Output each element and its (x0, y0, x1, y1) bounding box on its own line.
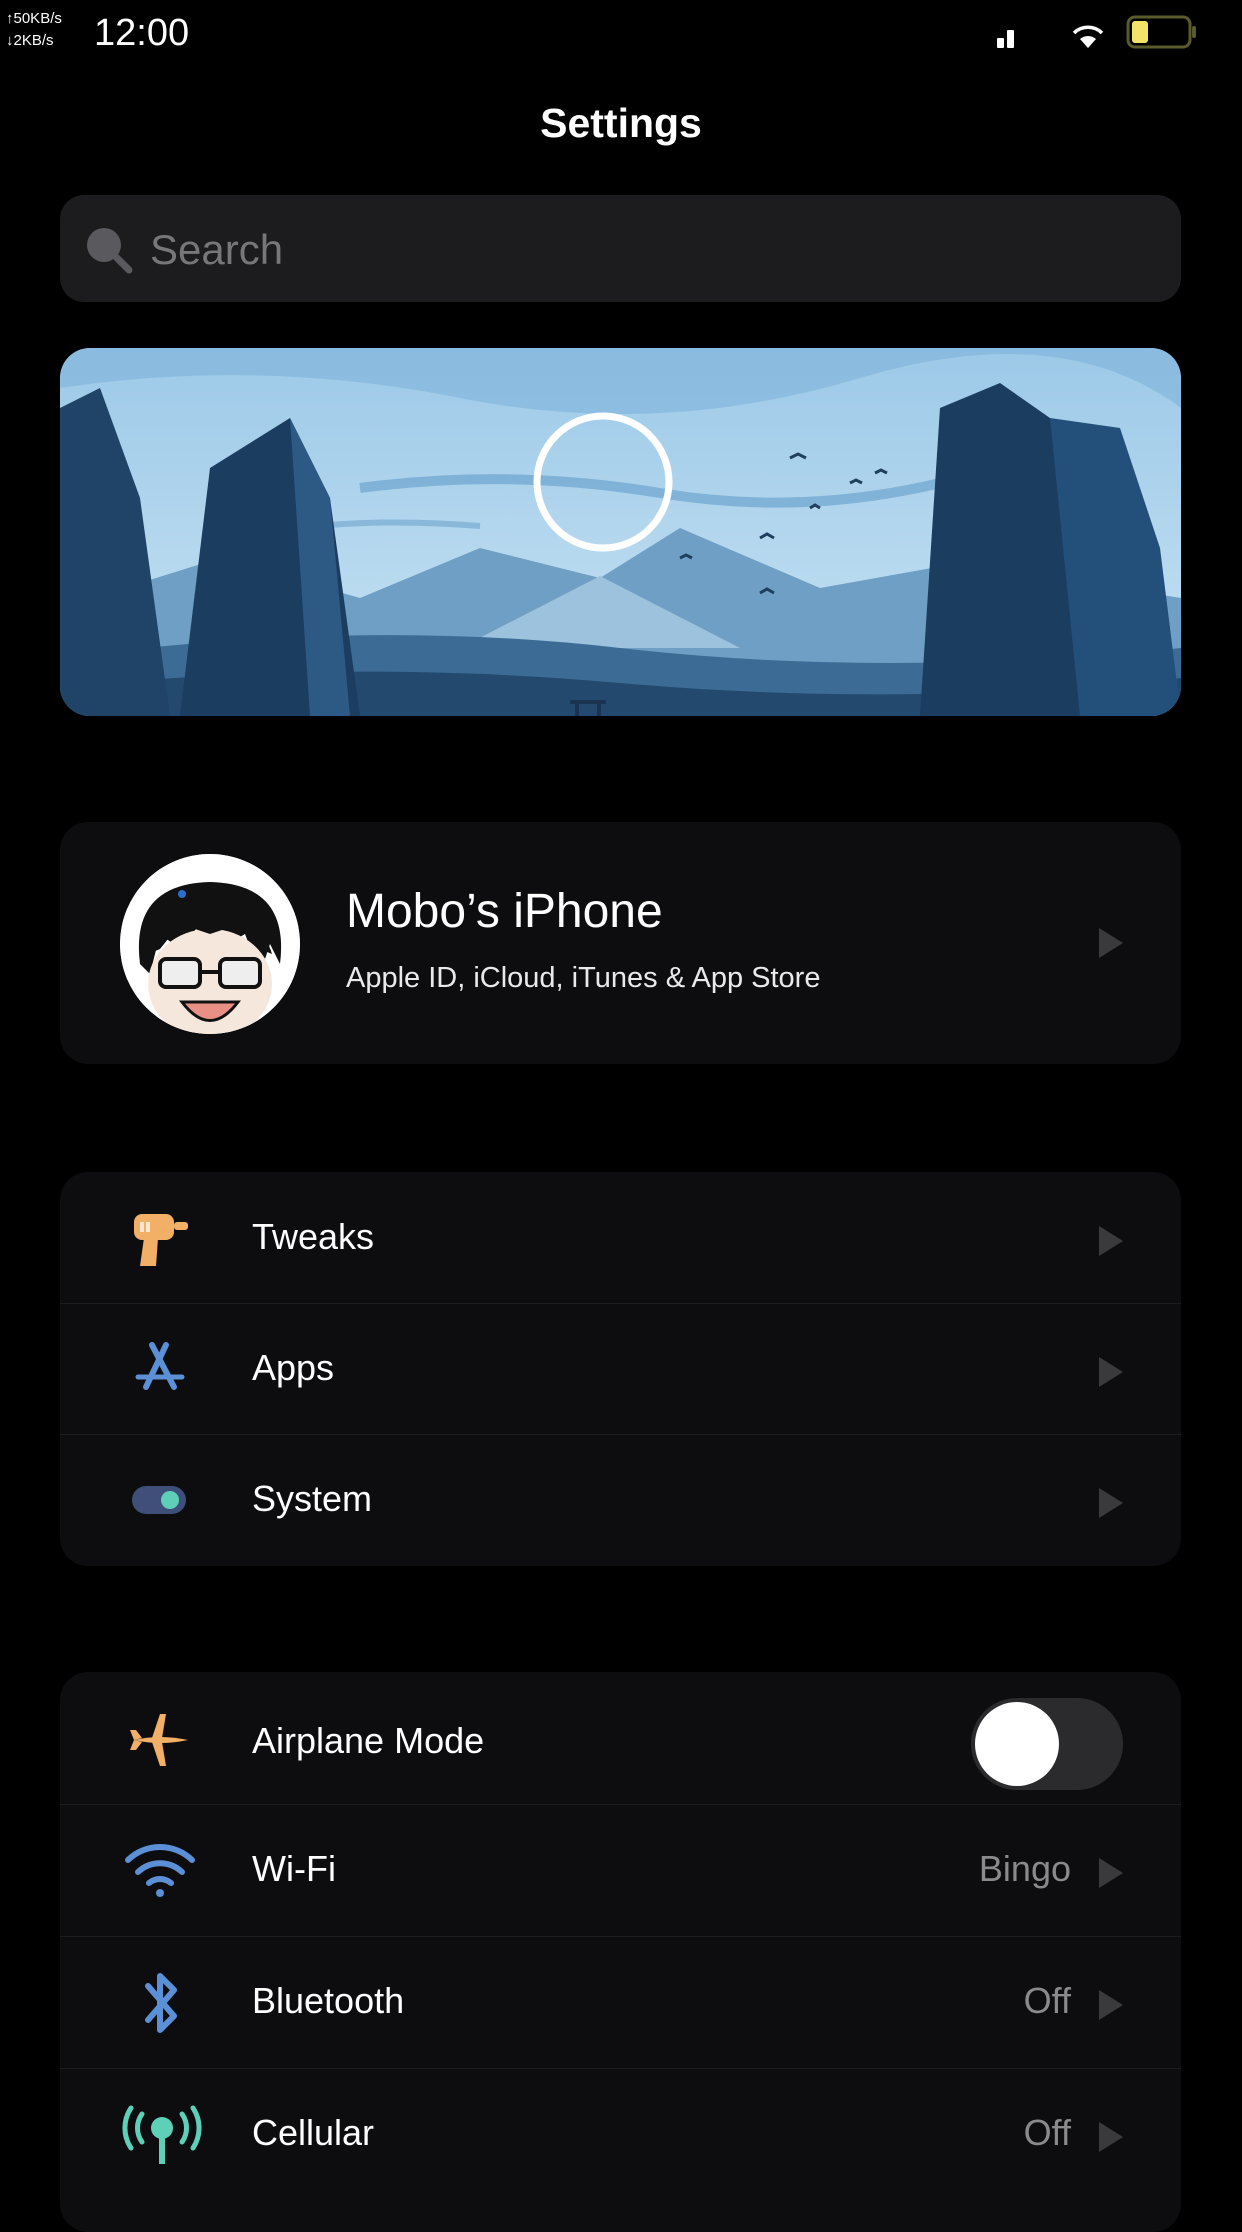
drill-icon (134, 1214, 188, 1266)
settings-row-label: Bluetooth (252, 1980, 405, 2021)
search-bar[interactable] (60, 195, 1181, 304)
search-icon (87, 228, 133, 274)
search-input[interactable] (148, 195, 1152, 304)
settings-row-airplane-mode: Airplane Mode (60, 1672, 1181, 1812)
bluetooth-status-value: Off (1023, 1980, 1071, 2021)
settings-row-tweaks[interactable]: Tweaks (60, 1172, 1181, 1304)
settings-row-label: System (252, 1478, 373, 1519)
settings-group-connectivity: Airplane Mode Wi-Fi Bingo Bluetooth Off (60, 1672, 1181, 2232)
wifi-network-value: Bingo (978, 1848, 1071, 1889)
header-banner-image (60, 348, 1181, 716)
chevron-right-icon (1099, 928, 1123, 958)
settings-row-system[interactable]: System (60, 1434, 1181, 1566)
battery-icon (1126, 15, 1196, 49)
row-divider (60, 1936, 1181, 1937)
settings-row-label: Wi-Fi (252, 1848, 336, 1889)
wifi-icon (125, 1844, 195, 1897)
chevron-right-icon (1099, 1357, 1123, 1387)
settings-row-label: Apps (252, 1347, 335, 1388)
chevron-right-icon (1099, 1990, 1123, 2020)
settings-row-wifi[interactable]: Wi-Fi Bingo (60, 1804, 1181, 1936)
toggle-knob (975, 1702, 1059, 1786)
row-divider (60, 2068, 1181, 2069)
settings-row-label: Airplane Mode (252, 1720, 485, 1761)
profile-card[interactable]: Mobo’s iPhone Apple ID, iCloud, iTunes &… (60, 822, 1181, 1064)
page-title: Settings (540, 100, 702, 146)
chevron-right-icon (1099, 1226, 1123, 1256)
upload-speed: ↑50KB/s (6, 10, 62, 27)
settings-row-apps[interactable]: Apps (60, 1303, 1181, 1435)
chevron-right-icon (1099, 1488, 1123, 1518)
settings-group-general: Tweaks Apps System (60, 1172, 1181, 1566)
settings-row-label: Cellular (252, 2112, 375, 2153)
cellular-antenna-icon (122, 2105, 202, 2164)
profile-subtitle: Apple ID, iCloud, iTunes & App Store (346, 962, 821, 994)
chevron-right-icon (1099, 2122, 1123, 2152)
settings-row-label: Tweaks (252, 1216, 375, 1257)
avatar (120, 854, 300, 1034)
toggle-switch-icon (132, 1486, 186, 1514)
signal-icon (997, 30, 1014, 48)
profile-name: Mobo’s iPhone (346, 885, 663, 938)
cellular-status-value: Off (1023, 2112, 1071, 2153)
network-speed: ↑50KB/s ↓2KB/s (6, 8, 62, 52)
status-bar: ↑50KB/s ↓2KB/s 12:00 (0, 0, 1242, 70)
settings-row-bluetooth[interactable]: Bluetooth Off (60, 1936, 1181, 2068)
settings-row-cellular[interactable]: Cellular Off (60, 2068, 1181, 2200)
app-store-icon (135, 1342, 185, 1390)
bluetooth-icon (145, 1973, 177, 2033)
airplane-mode-toggle[interactable] (971, 1698, 1123, 1790)
status-time: 12:00 (94, 12, 190, 54)
airplane-icon (130, 1714, 188, 1766)
row-divider (60, 1804, 1181, 1805)
row-divider (60, 1303, 1181, 1304)
row-divider (60, 1434, 1181, 1435)
download-speed: ↓2KB/s (6, 32, 54, 49)
wifi-status-icon (1072, 25, 1104, 48)
chevron-right-icon (1099, 1858, 1123, 1888)
